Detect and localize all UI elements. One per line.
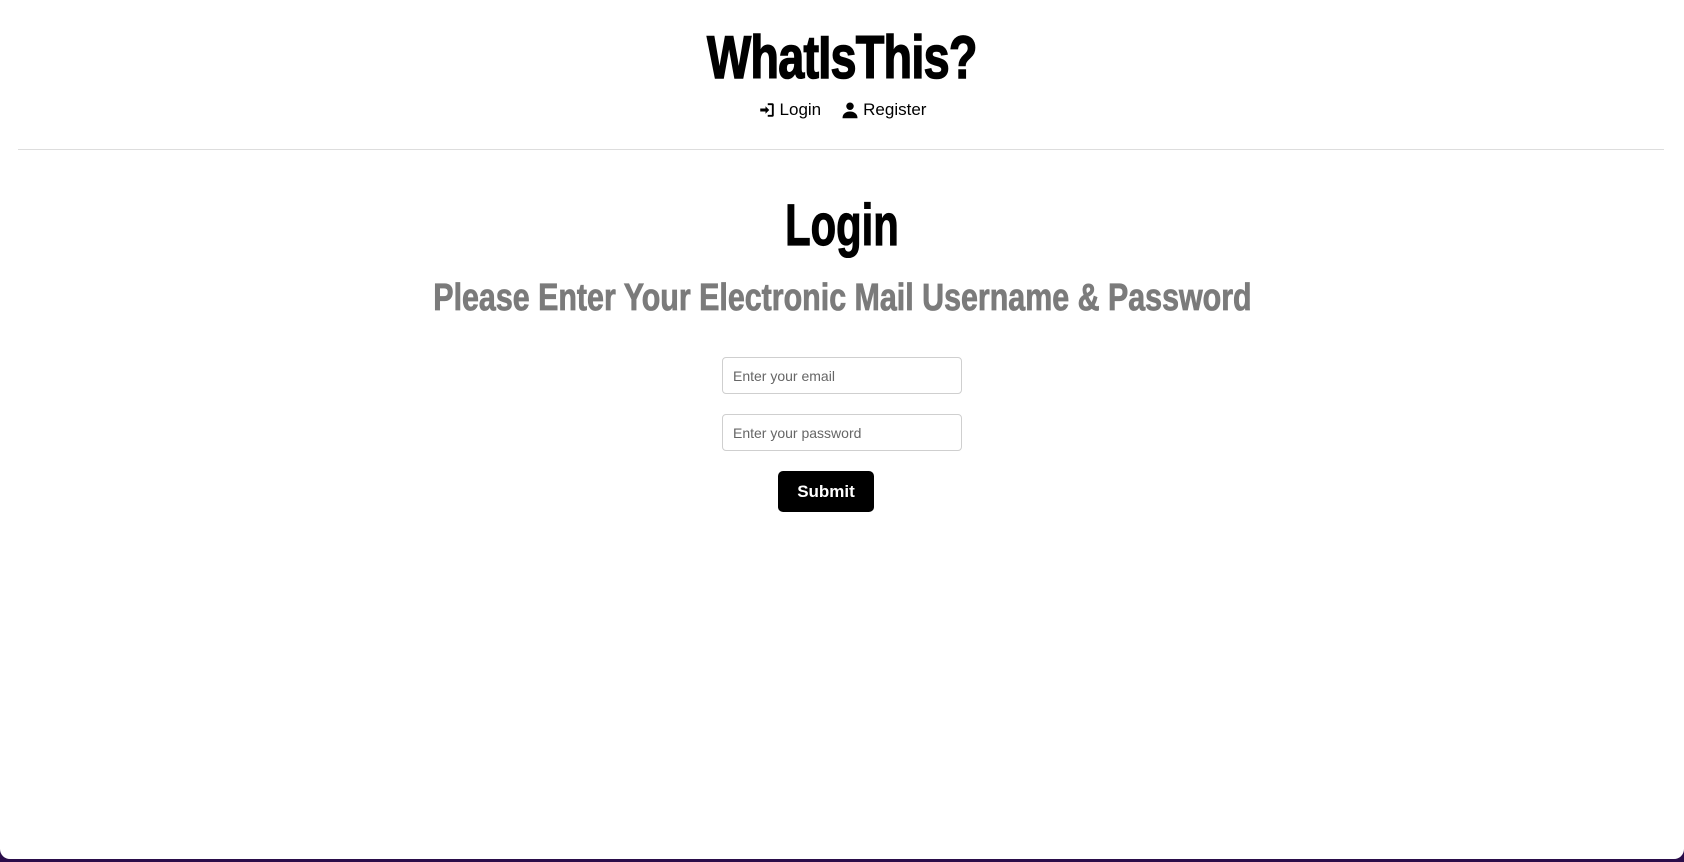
header-divider: [18, 149, 1664, 150]
page-title: Login: [0, 190, 1684, 262]
nav-login-label: Login: [779, 100, 822, 119]
email-field[interactable]: [722, 357, 962, 394]
password-field[interactable]: [722, 414, 962, 451]
site-title[interactable]: WhatIsThis?: [0, 22, 1684, 94]
nav-register-label: Register: [863, 100, 927, 119]
user-icon: [842, 102, 858, 119]
site-title-text[interactable]: WhatIsThis?: [707, 22, 979, 94]
sign-in-icon: [759, 103, 774, 117]
page: WhatIsThis? Login Register Login Please …: [0, 0, 1684, 859]
nav-login-link[interactable]: Login: [758, 98, 822, 122]
nav-register-link[interactable]: Register: [841, 98, 926, 122]
page-subtitle-text: Please Enter Your Electronic Mail Userna…: [432, 277, 1252, 320]
submit-button[interactable]: Submit: [778, 471, 874, 512]
site-header: WhatIsThis? Login Register: [0, 0, 1684, 150]
page-subtitle: Please Enter Your Electronic Mail Userna…: [0, 274, 1684, 322]
main-nav: Login Register: [0, 98, 1684, 122]
page-title-text: Login: [785, 192, 900, 258]
